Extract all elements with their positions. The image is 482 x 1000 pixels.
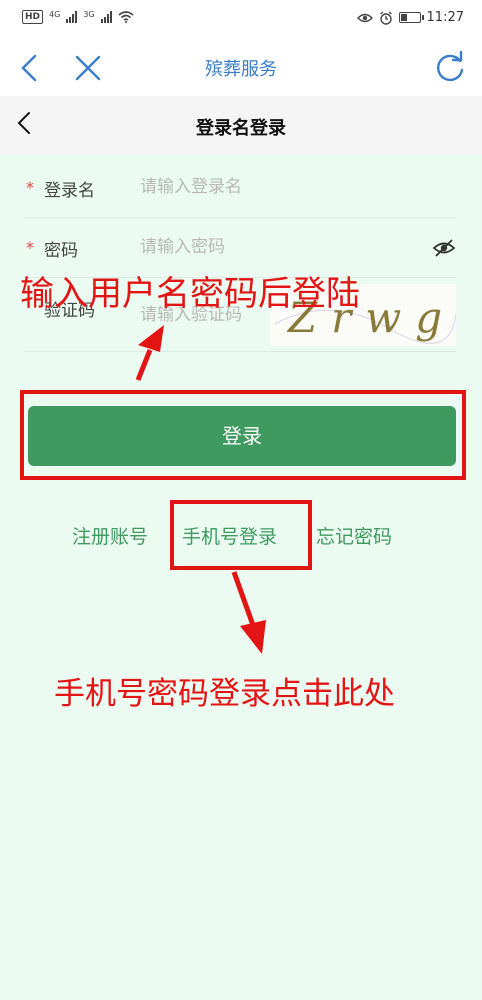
username-label: 登录名 xyxy=(44,181,95,201)
required-mark: * xyxy=(26,238,34,257)
eye-toggle-icon[interactable] xyxy=(432,236,456,260)
app-title: 殡葬服务 xyxy=(205,59,277,80)
password-label: 密码 xyxy=(44,241,78,261)
password-input[interactable] xyxy=(140,232,400,262)
username-row: * 登录名 xyxy=(24,158,456,218)
refresh-icon[interactable] xyxy=(430,48,470,88)
annotation-bottom-text: 手机号密码登录点击此处 xyxy=(54,676,395,712)
register-link[interactable]: 注册账号 xyxy=(72,522,148,549)
page-title: 登录名登录 xyxy=(196,118,286,139)
username-input[interactable] xyxy=(140,172,400,202)
annotation-box-login xyxy=(20,390,466,480)
page-header: 登录名登录 xyxy=(0,96,482,154)
required-mark: * xyxy=(26,178,34,197)
battery-icon xyxy=(398,12,424,23)
status-time: 11:27 xyxy=(426,10,464,25)
alarm-icon xyxy=(379,10,392,25)
eye-icon xyxy=(356,13,373,22)
signal-icon xyxy=(66,11,78,23)
annotation-box-phone-login xyxy=(170,500,312,570)
annotation-arrow-down xyxy=(231,571,266,654)
network-4g-label: 4G xyxy=(49,9,61,19)
signal-icon-2 xyxy=(100,11,112,23)
annotation-top-text: 输入用户名密码后登陆 xyxy=(20,274,360,314)
network-3g-label: 3G xyxy=(83,9,95,19)
hd-indicator: HD xyxy=(22,10,44,24)
status-left: HD 4G 3G xyxy=(22,10,134,24)
forgot-password-link[interactable]: 忘记密码 xyxy=(316,522,392,549)
app-bar: 殡葬服务 xyxy=(0,38,482,96)
wifi-icon xyxy=(118,11,134,23)
status-bar: HD 4G 3G 11:27 xyxy=(0,0,482,38)
status-right: 11:27 xyxy=(356,10,464,25)
